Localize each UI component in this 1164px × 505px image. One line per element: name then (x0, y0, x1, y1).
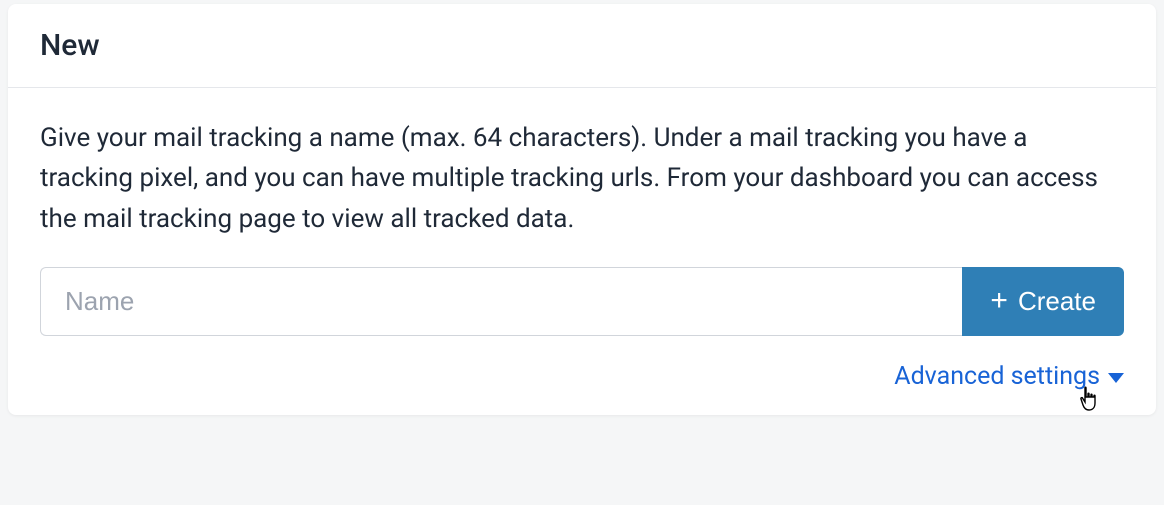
footer-row: Advanced settings (40, 362, 1124, 391)
card-body: Give your mail tracking a name (max. 64 … (8, 88, 1156, 415)
plus-icon: + (990, 286, 1008, 316)
advanced-settings-label: Advanced settings (894, 362, 1100, 391)
name-input[interactable] (40, 267, 962, 336)
card-header: New (8, 4, 1156, 88)
caret-down-icon (1108, 373, 1124, 383)
input-row: + Create (40, 267, 1124, 336)
create-button-label: Create (1018, 286, 1096, 317)
description-text: Give your mail tracking a name (max. 64 … (40, 118, 1124, 239)
card-title: New (40, 28, 1124, 63)
create-button[interactable]: + Create (962, 267, 1124, 336)
new-tracking-card: New Give your mail tracking a name (max.… (8, 4, 1156, 415)
advanced-settings-link[interactable]: Advanced settings (894, 362, 1124, 391)
